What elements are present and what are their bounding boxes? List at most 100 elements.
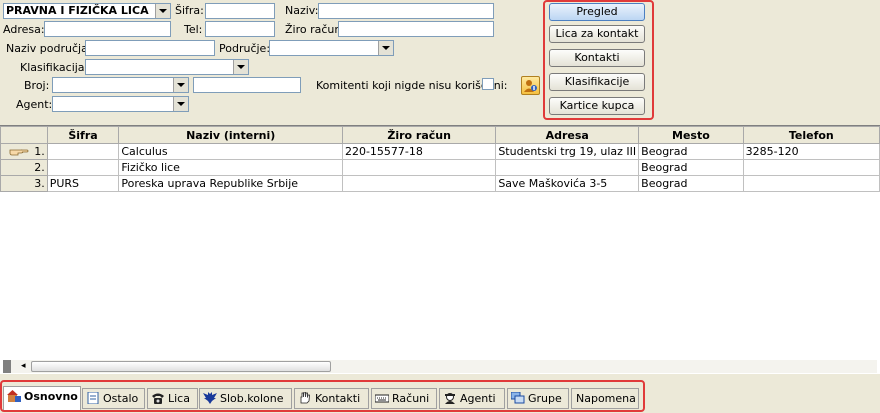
cell-mesto[interactable]: Beograd bbox=[638, 159, 744, 176]
podrucje-combo[interactable] bbox=[269, 40, 394, 56]
tab-osnovno[interactable]: Osnovno bbox=[3, 386, 81, 410]
agent-combo[interactable] bbox=[52, 96, 189, 112]
naziv-label: Naziv: bbox=[285, 4, 319, 17]
column-header-ziro[interactable]: Žiro račun bbox=[341, 126, 497, 144]
kartice-kupca-button[interactable]: Kartice kupca bbox=[549, 97, 645, 115]
scroll-left-icon[interactable]: ◂ bbox=[21, 361, 26, 371]
klasifikacija-combo[interactable] bbox=[85, 59, 249, 75]
horizontal-scrollbar[interactable]: ◂ bbox=[3, 360, 877, 373]
cell-mesto[interactable]: Beograd bbox=[638, 175, 744, 192]
tab-label: Slob.kolone bbox=[220, 392, 284, 405]
table-row[interactable]: 3. PURS Poreska uprava Republike Srbije … bbox=[0, 175, 880, 192]
column-header-sifra[interactable]: Šifra bbox=[46, 126, 120, 144]
kontakti-button[interactable]: Kontakti bbox=[549, 49, 645, 67]
data-table: Šifra Naziv (interni) Žiro račun Adresa … bbox=[0, 126, 880, 192]
cell-naziv[interactable]: Calculus bbox=[118, 143, 343, 160]
chevron-down-icon[interactable] bbox=[173, 78, 188, 92]
tab-label: Lica bbox=[168, 392, 190, 405]
tel-label: Tel: bbox=[184, 23, 203, 36]
table-row[interactable]: 2. Fizičko lice Beograd bbox=[0, 159, 880, 176]
cell-naziv[interactable]: Fizičko lice bbox=[118, 159, 343, 176]
cell-sifra[interactable]: PURS bbox=[46, 175, 120, 192]
sifra-label: Šifra: bbox=[175, 4, 204, 17]
tab-agenti[interactable]: Agenti bbox=[439, 388, 505, 409]
row-number[interactable]: 1. bbox=[0, 143, 48, 160]
table-row[interactable]: 1. Calculus 220-15577-18 Studentski trg … bbox=[0, 143, 880, 160]
document-icon bbox=[87, 392, 99, 404]
cell-adresa[interactable] bbox=[495, 159, 640, 176]
unused-checkbox[interactable] bbox=[482, 78, 494, 90]
tab-label: Ostalo bbox=[103, 392, 139, 405]
tab-kontakti[interactable]: Kontakti bbox=[294, 388, 369, 409]
windows-icon bbox=[511, 392, 525, 404]
cell-sifra[interactable] bbox=[46, 143, 120, 160]
tab-label: Osnovno bbox=[24, 390, 78, 403]
cell-ziro[interactable]: 220-15577-18 bbox=[341, 143, 497, 160]
tab-label: Kontakti bbox=[315, 392, 361, 405]
tab-napomena[interactable]: Napomena bbox=[571, 388, 639, 409]
klasifikacije-button[interactable]: Klasifikacije bbox=[549, 73, 645, 91]
tab-label: Napomena bbox=[576, 392, 636, 405]
adresa-input[interactable] bbox=[44, 21, 171, 37]
row-number[interactable]: 2. bbox=[0, 159, 48, 176]
keyboard-icon bbox=[375, 394, 389, 403]
broj-combo[interactable] bbox=[52, 77, 189, 93]
komitenti-grid[interactable]: Šifra Naziv (interni) Žiro račun Adresa … bbox=[0, 125, 880, 374]
klasifikacija-label: Klasifikacija: bbox=[20, 61, 89, 74]
podrucje-label: Područje: bbox=[219, 42, 271, 55]
ziro-input[interactable] bbox=[338, 21, 494, 37]
chevron-down-icon[interactable] bbox=[233, 60, 248, 74]
cell-telefon[interactable] bbox=[742, 159, 880, 176]
cell-mesto[interactable]: Beograd bbox=[638, 143, 744, 160]
cell-naziv[interactable]: Poreska uprava Republike Srbije bbox=[118, 175, 343, 192]
cell-ziro[interactable] bbox=[341, 159, 497, 176]
tab-grupe[interactable]: Grupe bbox=[507, 388, 569, 409]
tab-label: Računi bbox=[392, 392, 430, 405]
search-user-icon[interactable] bbox=[521, 76, 540, 95]
chevron-down-icon[interactable] bbox=[155, 4, 170, 18]
eagle-icon bbox=[203, 392, 217, 404]
tab-lica[interactable]: Lica bbox=[147, 388, 198, 409]
tab-racuni[interactable]: Računi bbox=[371, 388, 437, 409]
pointing-hand-icon bbox=[9, 149, 29, 156]
scrollbar-thumb[interactable] bbox=[31, 361, 331, 372]
sifra-input[interactable] bbox=[205, 3, 275, 19]
chevron-down-icon[interactable] bbox=[173, 97, 188, 111]
pregled-button[interactable]: Pregled bbox=[549, 3, 645, 21]
cell-telefon[interactable] bbox=[742, 175, 880, 192]
cell-adresa[interactable]: Save Maškovića 3-5 bbox=[495, 175, 640, 192]
adresa-label: Adresa: bbox=[3, 23, 45, 36]
house-icon bbox=[7, 390, 21, 402]
column-header-mesto[interactable]: Mesto bbox=[638, 126, 744, 144]
hand-icon bbox=[300, 392, 310, 404]
row-number-text: 1. bbox=[34, 145, 45, 158]
tab-label: Agenti bbox=[460, 392, 496, 405]
telephone-icon bbox=[152, 393, 164, 404]
broj-input[interactable] bbox=[193, 77, 301, 93]
tab-slob-kolone[interactable]: Slob.kolone bbox=[199, 388, 292, 409]
agent-icon bbox=[445, 393, 455, 404]
cell-sifra[interactable] bbox=[46, 159, 120, 176]
naziv-podrucja-input[interactable] bbox=[85, 40, 215, 56]
cell-telefon[interactable]: 3285-120 bbox=[742, 143, 880, 160]
row-number[interactable]: 3. bbox=[0, 175, 48, 192]
lica-za-kontakt-button[interactable]: Lica za kontakt bbox=[549, 25, 645, 43]
broj-label: Broj: bbox=[24, 79, 50, 92]
cell-ziro[interactable] bbox=[341, 175, 497, 192]
cell-adresa[interactable]: Studentski trg 19, ulaz III bbox=[495, 143, 640, 160]
bottom-tab-bar: Osnovno Ostalo Lica Slob.kolone Kontakti… bbox=[0, 380, 880, 413]
agent-label: Agent: bbox=[16, 98, 53, 111]
column-header-adresa[interactable]: Adresa bbox=[495, 126, 640, 144]
scrollbar-edge bbox=[3, 360, 11, 373]
tel-input[interactable] bbox=[205, 21, 275, 37]
naziv-input[interactable] bbox=[318, 3, 494, 19]
chevron-down-icon[interactable] bbox=[378, 41, 393, 55]
tab-ostalo[interactable]: Ostalo bbox=[82, 388, 145, 409]
type-combo[interactable]: PRAVNA I FIZIČKA LICA bbox=[3, 3, 171, 19]
column-header-naziv[interactable]: Naziv (interni) bbox=[118, 126, 343, 144]
ziro-label: Žiro račun: bbox=[285, 23, 346, 36]
corner-header bbox=[0, 126, 48, 144]
naziv-podrucja-label: Naziv područja: bbox=[6, 42, 92, 55]
tab-label: Grupe bbox=[528, 392, 562, 405]
column-header-telefon[interactable]: Telefon bbox=[742, 126, 880, 144]
